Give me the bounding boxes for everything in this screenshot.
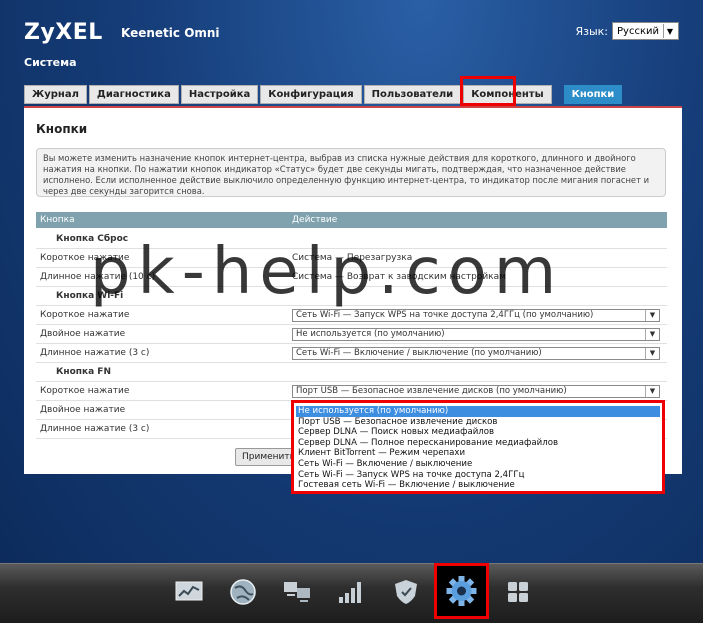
table-row: Длинное нажатие (3 с) Сеть Wi-Fi — Включ…	[36, 344, 667, 363]
tab-users[interactable]: Пользователи	[363, 85, 462, 104]
chevron-down-icon[interactable]: ▼	[645, 309, 659, 321]
row-label: Длинное нажатие (3 с)	[40, 348, 150, 358]
dropdown-option[interactable]: Сеть Wi-Fi — Запуск WPS на точке доступа…	[296, 470, 660, 481]
action-select[interactable]: Сеть Wi-Fi — Включение / выключение (по …	[292, 346, 660, 360]
row-label: Длинное нажатие (3 с)	[40, 424, 150, 434]
shield-icon[interactable]	[391, 577, 421, 607]
dropdown-option[interactable]: Не используется (по умолчанию)	[296, 406, 660, 417]
chevron-down-icon[interactable]: ▼	[645, 385, 659, 397]
brand-logo: ZyXEL	[24, 20, 103, 45]
tab-buttons[interactable]: Кнопки	[563, 85, 623, 104]
dropdown-option[interactable]: Сеть Wi-Fi — Включение / выключение	[296, 459, 660, 470]
page-title: Система	[24, 56, 77, 69]
monitor-chart-icon[interactable]	[174, 577, 204, 607]
model-name: Keenetic Omni	[121, 26, 220, 40]
table-row: Двойное нажатие Не используется (по умол…	[36, 325, 667, 344]
dropdown-option[interactable]: Сервер DLNA — Поиск новых медиафайлов	[296, 427, 660, 438]
select-value: Не используется (по умолчанию)	[296, 329, 445, 339]
globe-icon[interactable]	[228, 577, 258, 607]
group-label: Кнопка FN	[56, 367, 111, 377]
action-select[interactable]: Сеть Wi-Fi — Запуск WPS на точке доступа…	[292, 308, 660, 322]
system-dock-highlight[interactable]	[434, 563, 489, 619]
row-label: Двойное нажатие	[40, 329, 126, 339]
language-switcher: Язык: Русский ▼	[575, 22, 679, 40]
tab-settings[interactable]: Настройка	[180, 85, 259, 104]
gear-icon[interactable]	[437, 566, 486, 616]
tab-highlight-box	[460, 76, 516, 106]
info-box: Вы можете изменить назначение кнопок инт…	[36, 148, 666, 197]
chevron-down-icon[interactable]: ▼	[645, 328, 659, 340]
action-select[interactable]: Порт USB — Безопасное извлечение дисков …	[292, 384, 660, 398]
network-computers-icon[interactable]	[282, 577, 312, 607]
language-select[interactable]: Русский ▼	[612, 22, 679, 40]
row-label: Короткое нажатие	[40, 386, 130, 396]
tab-diagnostics[interactable]: Диагностика	[88, 85, 179, 104]
watermark-text: pk-help.com	[90, 235, 564, 309]
chevron-down-icon[interactable]: ▼	[645, 347, 659, 359]
signal-bars-icon[interactable]	[336, 577, 366, 607]
select-value: Сеть Wi-Fi — Запуск WPS на точке доступа…	[296, 310, 594, 320]
action-select[interactable]: Не используется (по умолчанию) ▼	[292, 327, 660, 341]
language-value: Русский	[617, 25, 659, 37]
apps-grid-icon[interactable]	[503, 577, 533, 607]
col-button-header: Кнопка	[40, 215, 75, 225]
tab-log[interactable]: Журнал	[24, 85, 87, 104]
panel-title: Кнопки	[36, 122, 88, 136]
dropdown-option[interactable]: Гостевая сеть Wi-Fi — Включение / выключ…	[296, 480, 660, 491]
col-action-header: Действие	[292, 215, 338, 225]
bottom-dock	[0, 563, 703, 623]
tab-bar: Журнал Диагностика Настройка Конфигураци…	[24, 85, 623, 104]
dropdown-option[interactable]: Порт USB — Безопасное извлечение дисков	[296, 417, 660, 428]
action-dropdown-list[interactable]: Не используется (по умолчанию) Порт USB …	[291, 400, 665, 494]
row-label: Короткое нажатие	[40, 310, 130, 320]
chevron-down-icon[interactable]: ▼	[663, 24, 676, 38]
select-value: Порт USB — Безопасное извлечение дисков …	[296, 386, 567, 396]
table-header: Кнопка Действие	[36, 212, 667, 228]
dropdown-option[interactable]: Клиент BitTorrent — Режим черепахи	[296, 448, 660, 459]
table-row: Короткое нажатие Порт USB — Безопасное и…	[36, 382, 667, 401]
dropdown-option[interactable]: Сервер DLNA — Полное пересканирование ме…	[296, 438, 660, 449]
tab-configuration[interactable]: Конфигурация	[260, 85, 362, 104]
select-value: Сеть Wi-Fi — Включение / выключение (по …	[296, 348, 542, 358]
row-label: Двойное нажатие	[40, 405, 126, 415]
language-label: Язык:	[575, 24, 609, 38]
group-fn-button: Кнопка FN	[36, 363, 667, 382]
